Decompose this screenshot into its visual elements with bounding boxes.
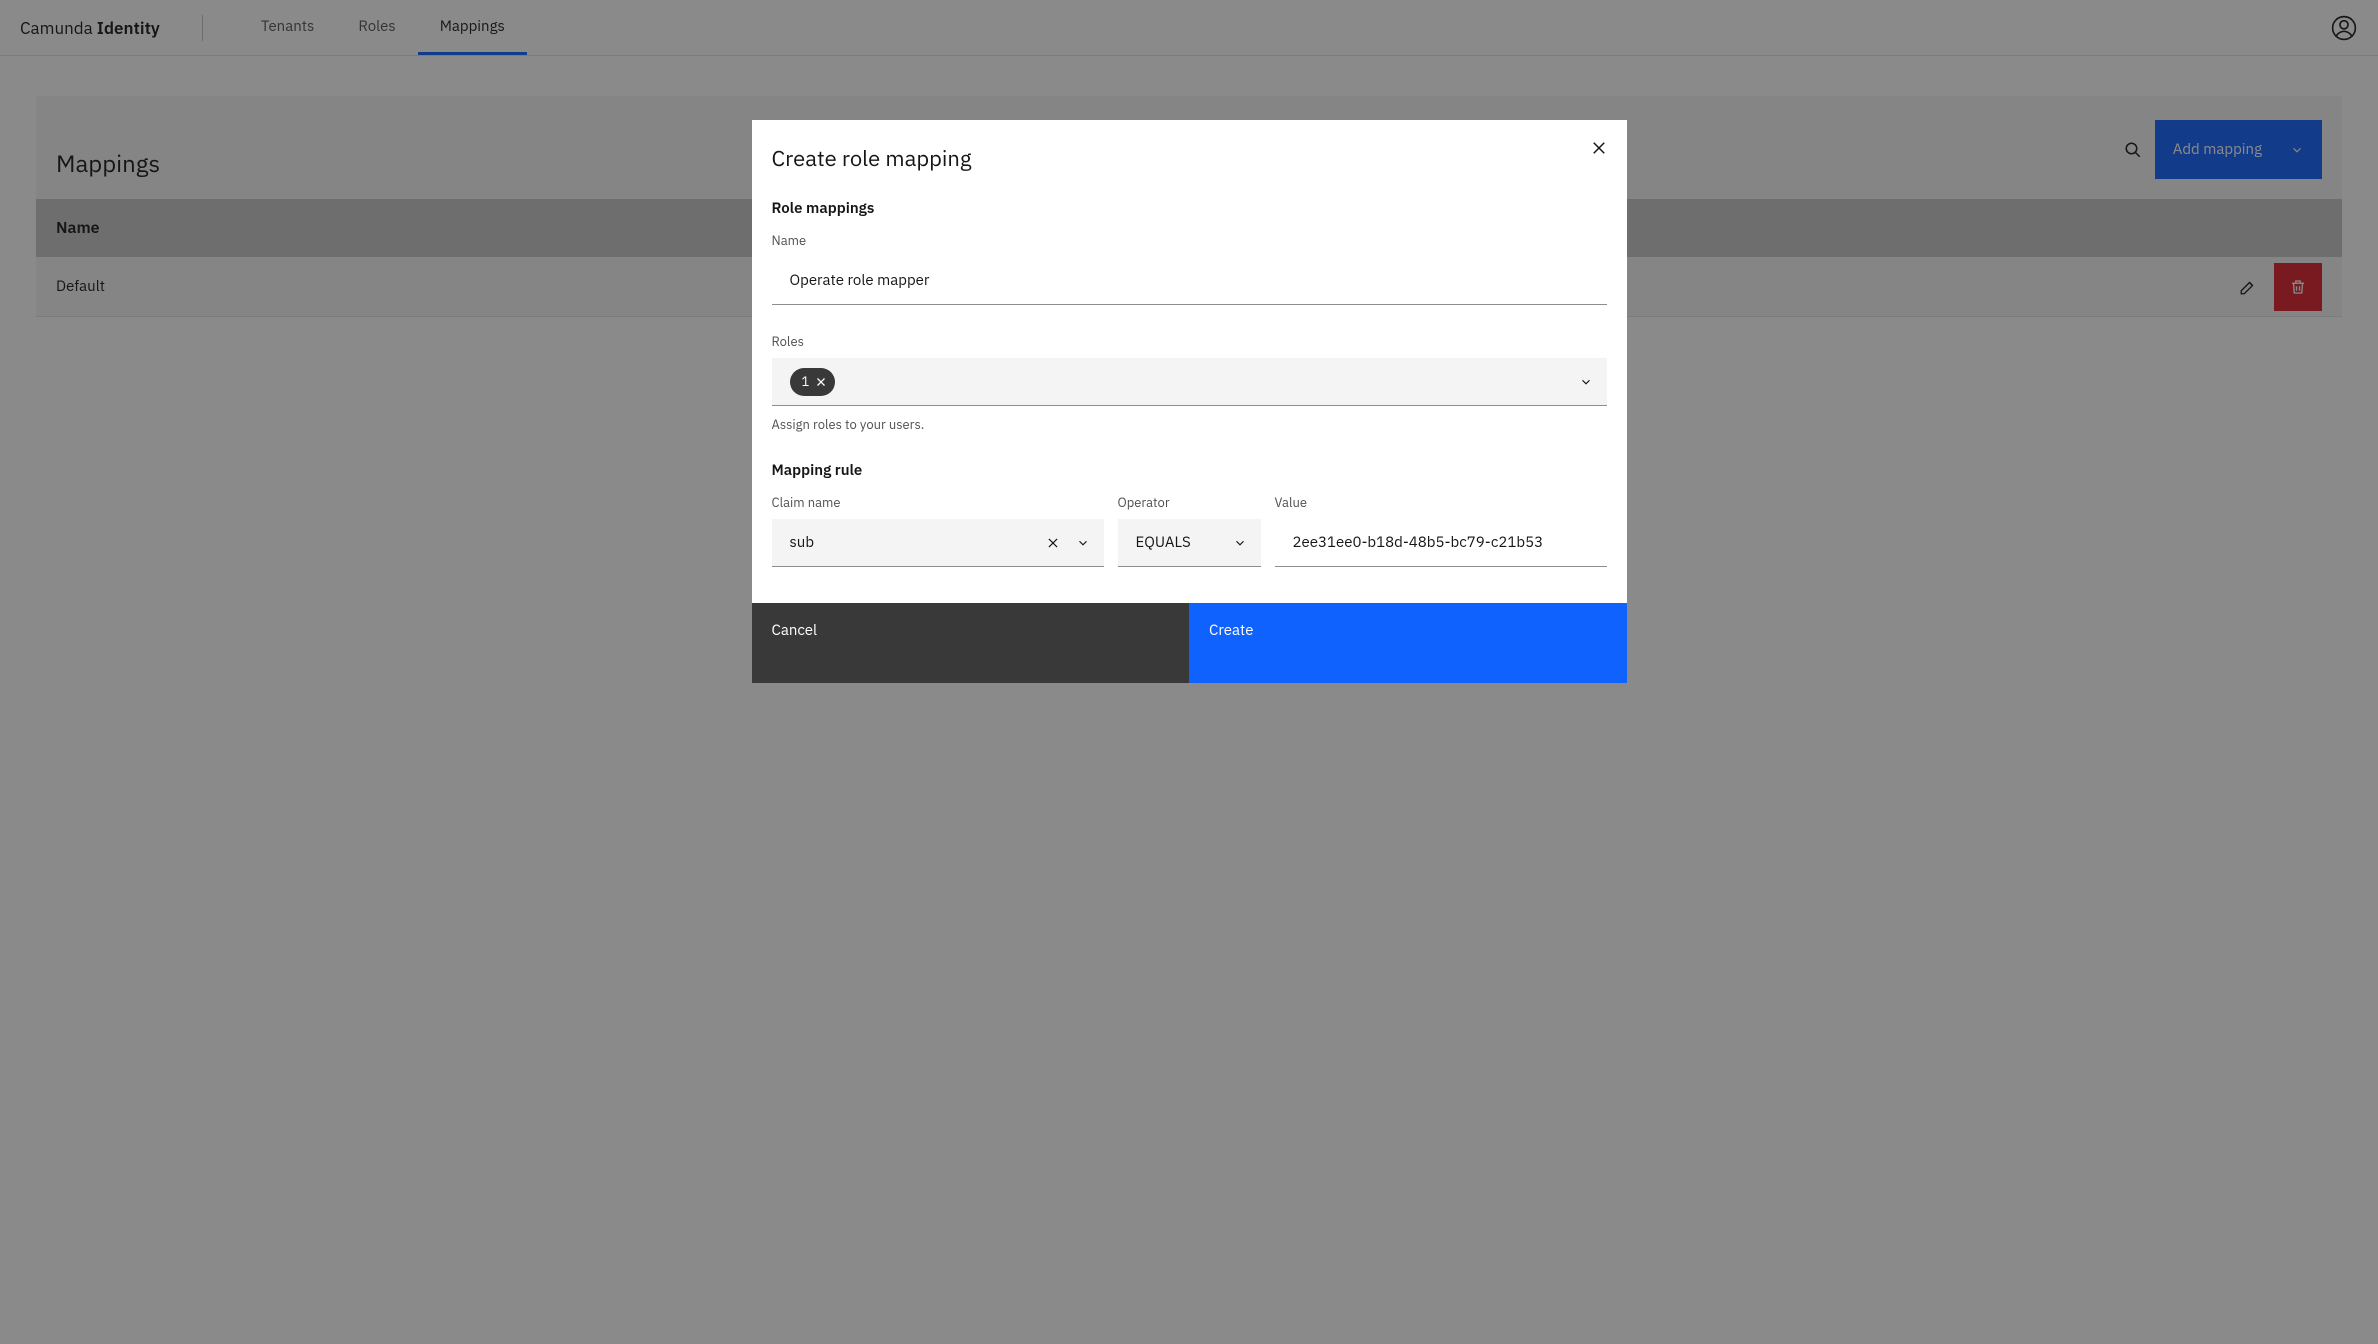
close-icon	[815, 376, 827, 388]
operator-caret[interactable]	[1233, 536, 1247, 550]
modal-footer: Cancel Create	[752, 603, 1627, 683]
create-button[interactable]: Create	[1189, 603, 1627, 683]
operator-label: Operator	[1118, 494, 1261, 511]
modal-body: Create role mapping Role mappings Name R…	[752, 120, 1627, 603]
create-role-mapping-modal: Create role mapping Role mappings Name R…	[752, 120, 1627, 683]
roles-helper: Assign roles to your users.	[772, 416, 1607, 433]
value-input-wrap	[1275, 519, 1607, 567]
cancel-button[interactable]: Cancel	[752, 603, 1190, 683]
value-label: Value	[1275, 494, 1607, 511]
chevron-down-icon	[1233, 536, 1247, 550]
chevron-down-icon	[1076, 536, 1090, 550]
roles-caret[interactable]	[1579, 375, 1593, 389]
claim-label: Claim name	[772, 494, 1104, 511]
close-icon	[1046, 536, 1060, 550]
close-icon	[1590, 139, 1608, 157]
claim-clear[interactable]	[1046, 536, 1060, 550]
modal-title: Create role mapping	[772, 144, 1607, 173]
field-name-group: Name	[772, 232, 1607, 305]
roles-chip: 1	[790, 368, 836, 396]
name-label: Name	[772, 232, 1607, 249]
chevron-down-icon	[1579, 375, 1593, 389]
operator-col: Operator EQUALS	[1118, 494, 1261, 567]
claim-combobox[interactable]: sub	[772, 519, 1104, 567]
modal-overlay: Create role mapping Role mappings Name R…	[0, 0, 2378, 1344]
roles-multiselect[interactable]: 1	[772, 358, 1607, 406]
roles-label: Roles	[772, 333, 1607, 350]
field-roles-group: Roles 1	[772, 333, 1607, 433]
name-input[interactable]	[772, 257, 1607, 305]
close-button[interactable]	[1585, 134, 1613, 162]
roles-chip-count: 1	[802, 373, 810, 390]
operator-value: EQUALS	[1136, 533, 1191, 552]
claim-col: Claim name sub	[772, 494, 1104, 567]
claim-caret[interactable]	[1076, 536, 1090, 550]
value-input[interactable]	[1275, 533, 1607, 552]
section-mapping-rule-heading: Mapping rule	[772, 461, 1607, 480]
operator-select[interactable]: EQUALS	[1118, 519, 1261, 567]
claim-value: sub	[790, 533, 815, 552]
section-role-mappings-heading: Role mappings	[772, 199, 1607, 218]
rule-row: Claim name sub	[772, 494, 1607, 567]
roles-chip-clear[interactable]	[815, 376, 827, 388]
value-col: Value	[1275, 494, 1607, 567]
